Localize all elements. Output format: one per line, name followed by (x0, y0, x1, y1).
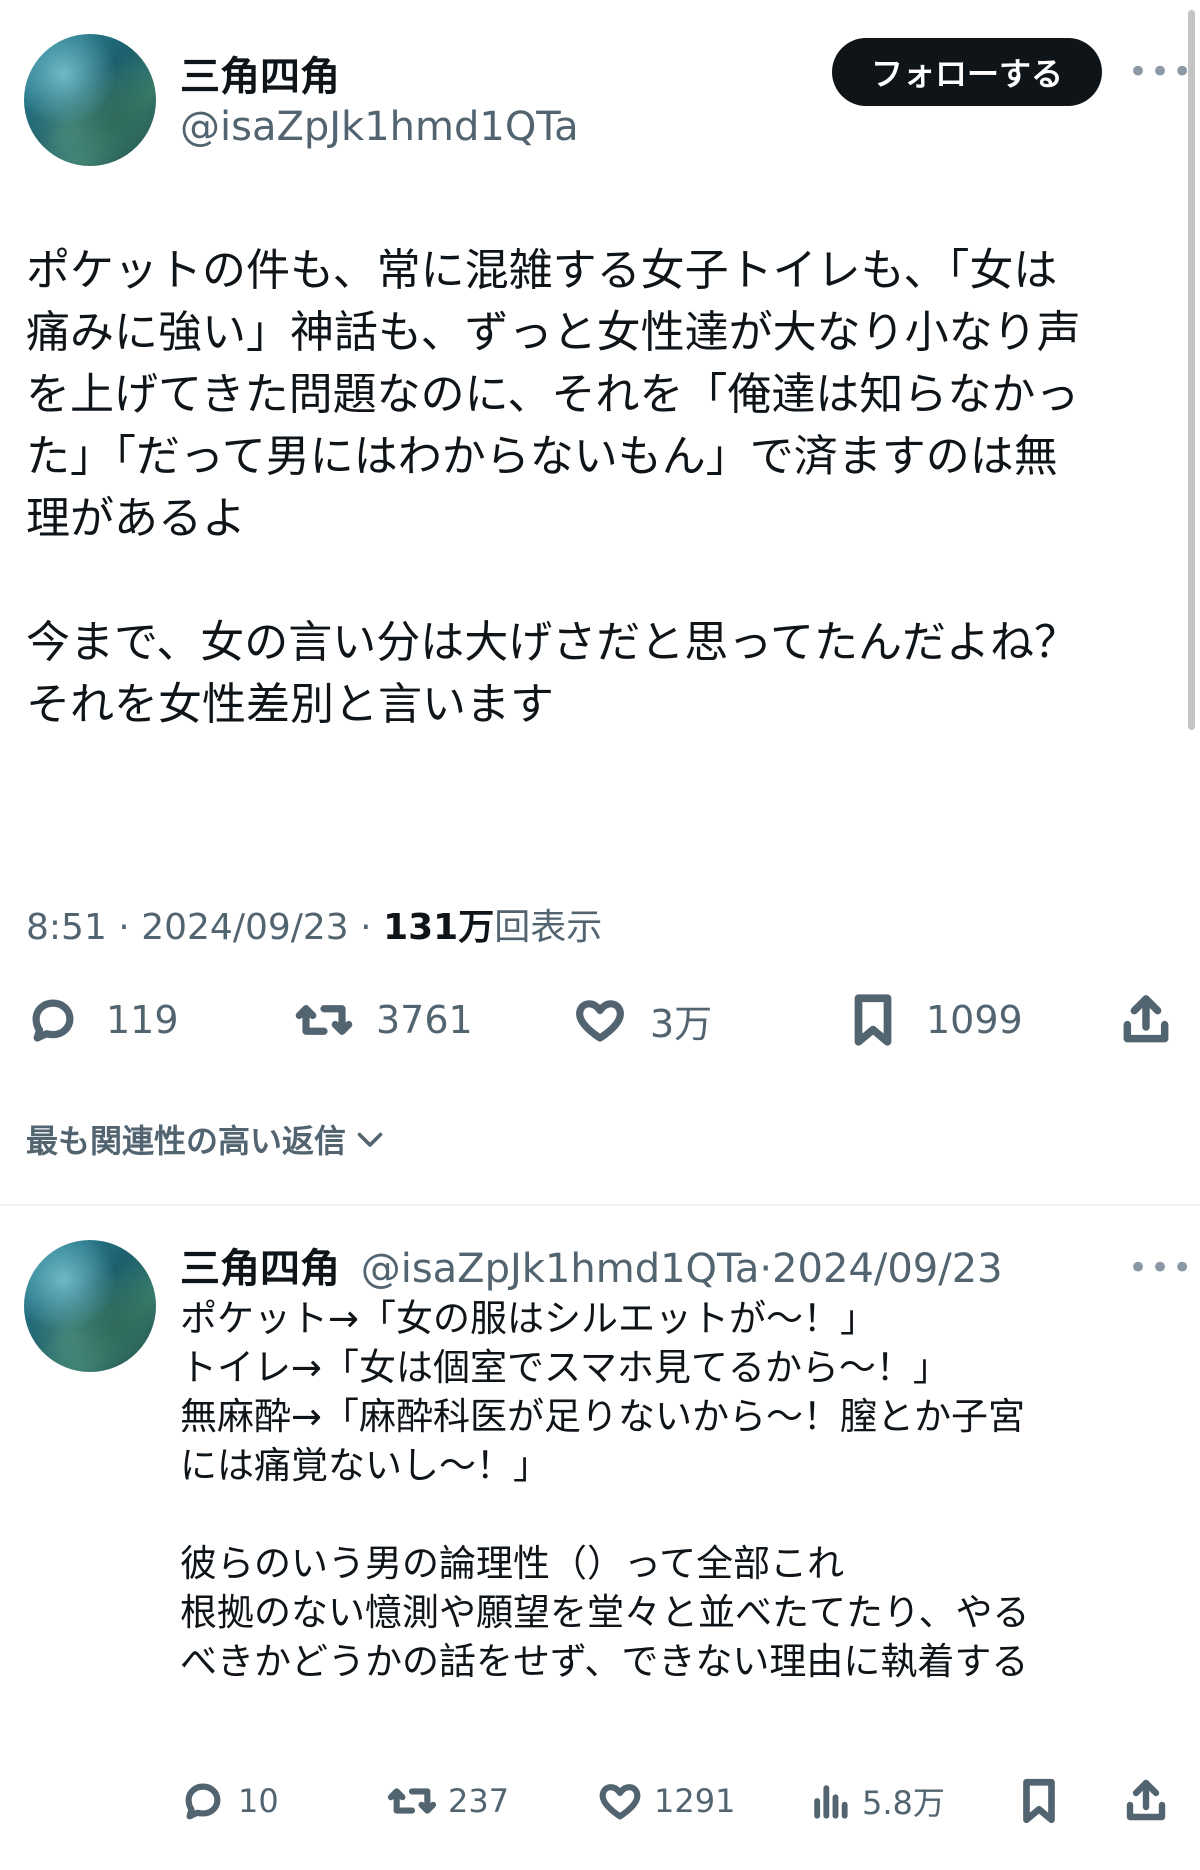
reply-text-line: 彼らのいう男の論理性（）って全部これ (180, 1542, 845, 1585)
tweet-text-line: 痛みに強い」神話も、ずっと女性達が大なり小なり声 (26, 307, 1081, 358)
reply-text-line: 無麻酔→「麻酔科医が足りないから〜！膣とか子宮 (180, 1395, 1026, 1438)
reply-header: 三角四角 @isaZpJk1hmd1QTa·2024/09/23 (180, 1236, 1003, 1294)
chevron-down-icon (357, 1132, 383, 1147)
reply-date[interactable]: 2024/09/23 (772, 1246, 1003, 1292)
tweet-text-line: 今まで、女の言い分は大げさだと思ってたんだよね？ (26, 617, 1079, 668)
bookmark-button[interactable]: 1099 (848, 990, 1023, 1050)
share-icon (1126, 1779, 1166, 1821)
reply-share-button[interactable] (1122, 1776, 1170, 1826)
reply-views-button[interactable]: 5.8万 (808, 1776, 945, 1826)
meta-separator: · (118, 907, 130, 948)
reply-bookmark-button[interactable] (1018, 1776, 1060, 1826)
author-name[interactable]: 三角四角 (180, 44, 340, 102)
paragraph-break (180, 1490, 1180, 1539)
reply-icon (32, 999, 74, 1042)
reply-like-count: 1291 (654, 1782, 736, 1820)
tweet-text-line: を上げてきた問題なのに、それを「俺達は知らなかっ (26, 369, 1080, 420)
reply-text: ポケット→「女の服はシルエットが〜！」 トイレ→「女は個室でスマホ見てるから〜！… (180, 1294, 1180, 1686)
tweet-date[interactable]: 2024/09/23 (141, 907, 349, 948)
retweet-button[interactable]: 3761 (294, 990, 473, 1050)
reply-text-line: には痛覚ないし〜！」 (180, 1444, 550, 1487)
author-handle[interactable]: @isaZpJk1hmd1QTa (180, 104, 579, 150)
tweet-meta: 8:51 · 2024/09/23 · 131万回表示 (26, 898, 602, 950)
reply-icon (185, 1783, 221, 1820)
meta-separator: · (360, 907, 372, 948)
like-count: 3万 (650, 1001, 713, 1046)
bookmark-count: 1099 (926, 998, 1023, 1042)
author-avatar[interactable] (24, 34, 156, 166)
reply-author-avatar[interactable] (24, 1240, 156, 1372)
tweet-text-line: それを女性差別と言います (26, 679, 554, 730)
retweet-icon (295, 1005, 353, 1035)
reply-text-line: ポケット→「女の服はシルエットが〜！」 (180, 1297, 878, 1340)
reply-author-handle[interactable]: @isaZpJk1hmd1QTa (361, 1246, 760, 1292)
tweet-text-line: た」「だって男にはわからないもん」で済ますのは無 (26, 431, 1058, 482)
reply-count: 119 (106, 998, 179, 1042)
tweet-text-line: 理があるよ (26, 493, 246, 544)
heart-icon (599, 1784, 641, 1820)
reply-retweet-count: 237 (448, 1782, 510, 1820)
bookmark-icon (1023, 1778, 1055, 1824)
scrollbar[interactable] (1188, 10, 1195, 730)
reply-text-line: トイレ→「女は個室でスマホ見てるから〜！」 (180, 1346, 950, 1389)
bookmark-icon (854, 994, 892, 1046)
tweet-time[interactable]: 8:51 (26, 907, 107, 948)
reply-retweet-button[interactable]: 237 (386, 1776, 509, 1826)
retweet-count: 3761 (376, 998, 473, 1042)
more-options-icon[interactable]: ••• (1128, 52, 1194, 92)
reply-sort-dropdown[interactable]: 最も関連性の高い返信 (26, 1116, 388, 1162)
reply-reply-button[interactable]: 10 (180, 1776, 279, 1826)
tweet-text: ポケットの件も、常に混雑する女子トイレも、「女は 痛みに強い」神話も、ずっと女性… (26, 240, 1176, 736)
follow-button[interactable]: フォローする (832, 38, 1102, 106)
meta-separator: · (759, 1246, 773, 1292)
tweet-text-line: ポケットの件も、常に混雑する女子トイレも、「女は (26, 245, 1058, 296)
views-icon (814, 1785, 848, 1819)
like-button[interactable]: 3万 (572, 990, 712, 1050)
views-label: 回表示 (494, 907, 603, 948)
sort-label: 最も関連性の高い返信 (26, 1122, 347, 1160)
reply-text-line: べきかどうかの話をせず、できない理由に執着する (180, 1640, 1029, 1683)
reply-author-name[interactable]: 三角四角 (180, 1246, 340, 1292)
share-icon (1123, 995, 1169, 1043)
heart-icon (576, 1000, 624, 1042)
paragraph-break (26, 550, 1176, 612)
reply-button[interactable]: 119 (26, 990, 179, 1050)
reply-reply-count: 10 (238, 1782, 279, 1820)
reply-views-count: 5.8万 (862, 1784, 945, 1822)
retweet-icon (387, 1788, 437, 1814)
reply-more-options-icon[interactable]: ••• (1128, 1248, 1194, 1288)
share-button[interactable] (1118, 990, 1174, 1050)
reply-text-line: 根拠のない憶測や願望を堂々と並べたてたり、やる (180, 1591, 1030, 1634)
divider (0, 1204, 1200, 1206)
views-count: 131万 (383, 907, 495, 948)
reply-like-button[interactable]: 1291 (596, 1776, 735, 1826)
